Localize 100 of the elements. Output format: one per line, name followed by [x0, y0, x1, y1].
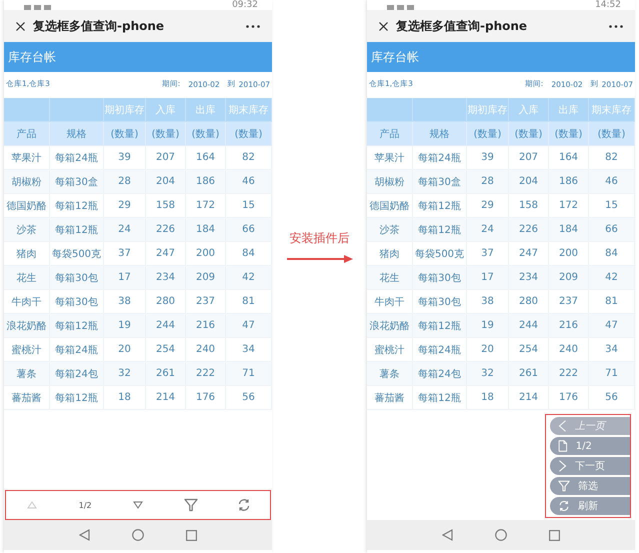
table-cell: 184: [186, 218, 226, 242]
table-cell: 每箱12瓶: [413, 386, 467, 410]
more-icon[interactable]: [246, 24, 260, 28]
table-cell: 每袋500克: [50, 242, 104, 266]
close-icon[interactable]: [379, 22, 388, 30]
table-cell: 244: [509, 314, 549, 338]
menu-item[interactable]: 筛选: [550, 477, 630, 495]
recents-icon[interactable]: [549, 530, 560, 540]
table-cell: 176: [186, 386, 226, 410]
table-cell: 每箱12瓶: [50, 314, 104, 338]
table-cell: 46: [589, 170, 635, 194]
table-cell: 花生: [367, 266, 413, 290]
table-cell: 32: [104, 362, 146, 386]
menu-item[interactable]: 下一页: [550, 457, 630, 475]
table-cell: 20: [104, 338, 146, 362]
header-cell: 产品: [4, 122, 50, 146]
table-cell: 226: [509, 218, 549, 242]
table-cell: 17: [467, 266, 509, 290]
table-cell: 81: [589, 290, 635, 314]
right-arrow-icon: [286, 255, 352, 263]
more-icon[interactable]: [609, 24, 623, 28]
signal-icon: [387, 5, 417, 10]
menu-item[interactable]: 刷新: [550, 497, 630, 515]
table-cell: 280: [146, 290, 186, 314]
table-cell: 18: [104, 386, 146, 410]
recents-icon[interactable]: [186, 530, 197, 540]
back-icon[interactable]: [79, 529, 90, 541]
table-cell: 240: [186, 338, 226, 362]
table-cell: 261: [146, 362, 186, 386]
table-cell: 每箱12瓶: [413, 314, 467, 338]
table-cell: 39: [467, 146, 509, 170]
table-cell: 254: [509, 338, 549, 362]
table-cell: 每箱12瓶: [413, 218, 467, 242]
header-cell: 规格: [413, 122, 467, 146]
menu-item[interactable]: 1/2: [550, 437, 630, 455]
table-cell: 每箱24包: [413, 362, 467, 386]
table-cell: 蜜桃汁: [367, 338, 413, 362]
table-cell: 207: [146, 146, 186, 170]
table-cell: 浪花奶酪: [367, 314, 413, 338]
table-cell: 204: [146, 170, 186, 194]
table-cell: 24: [104, 218, 146, 242]
table-cell: 71: [589, 362, 635, 386]
report-title: 库存台帐: [371, 48, 419, 66]
header-cell: (数量): [104, 122, 146, 146]
table-cell: 38: [104, 290, 146, 314]
table-cell: 牛肉干: [367, 290, 413, 314]
table-cell: 15: [589, 194, 635, 218]
table-cell: 158: [509, 194, 549, 218]
table-cell: 84: [226, 242, 272, 266]
header-cell: 出库: [186, 98, 226, 122]
table-cell: 66: [226, 218, 272, 242]
table-cell: 薯条: [367, 362, 413, 386]
header-cell: [4, 98, 50, 122]
table-cell: 28: [467, 170, 509, 194]
table-cell: 29: [104, 194, 146, 218]
table-cell: 29: [467, 194, 509, 218]
header-cell: (数量): [467, 122, 509, 146]
table-cell: 222: [186, 362, 226, 386]
table-cell: 247: [146, 242, 186, 266]
table-cell: 42: [589, 266, 635, 290]
table-cell: 17: [104, 266, 146, 290]
header-cell: 出库: [549, 98, 589, 122]
table-cell: 每箱12瓶: [50, 386, 104, 410]
back-icon[interactable]: [442, 529, 453, 541]
table-cell: 209: [186, 266, 226, 290]
table-cell: 胡椒粉: [4, 170, 50, 194]
chevron-left-icon: [558, 420, 567, 432]
table-cell: 84: [589, 242, 635, 266]
header-cell: [413, 98, 467, 122]
refresh-icon[interactable]: [236, 498, 251, 512]
table-cell: 花生: [4, 266, 50, 290]
table-cell: 200: [186, 242, 226, 266]
header-cell: 规格: [50, 122, 104, 146]
table-cell: 216: [186, 314, 226, 338]
table-cell: 每袋500克: [413, 242, 467, 266]
table-cell: 244: [146, 314, 186, 338]
header-cell: 期末库存: [226, 98, 272, 122]
table-cell: 172: [186, 194, 226, 218]
close-icon[interactable]: [16, 22, 25, 30]
table-cell: 82: [226, 146, 272, 170]
triangle-down-icon[interactable]: [132, 501, 143, 509]
header-cell: 入库: [509, 98, 549, 122]
header-cell: 期初库存: [467, 98, 509, 122]
table-cell: 280: [509, 290, 549, 314]
table-cell: 浪花奶酪: [4, 314, 50, 338]
table-cell: 172: [549, 194, 589, 218]
table-cell: 234: [509, 266, 549, 290]
table-cell: 39: [104, 146, 146, 170]
home-icon[interactable]: [495, 529, 507, 541]
table-cell: 19: [104, 314, 146, 338]
table-cell: 猪肉: [367, 242, 413, 266]
table-cell: 214: [146, 386, 186, 410]
table-cell: 32: [467, 362, 509, 386]
page-icon: [558, 440, 568, 452]
filter-icon[interactable]: [184, 498, 198, 512]
table-cell: 每箱12瓶: [50, 194, 104, 218]
home-icon[interactable]: [132, 529, 144, 541]
table-cell: 82: [589, 146, 635, 170]
table-cell: 56: [589, 386, 635, 410]
table-cell: 247: [509, 242, 549, 266]
